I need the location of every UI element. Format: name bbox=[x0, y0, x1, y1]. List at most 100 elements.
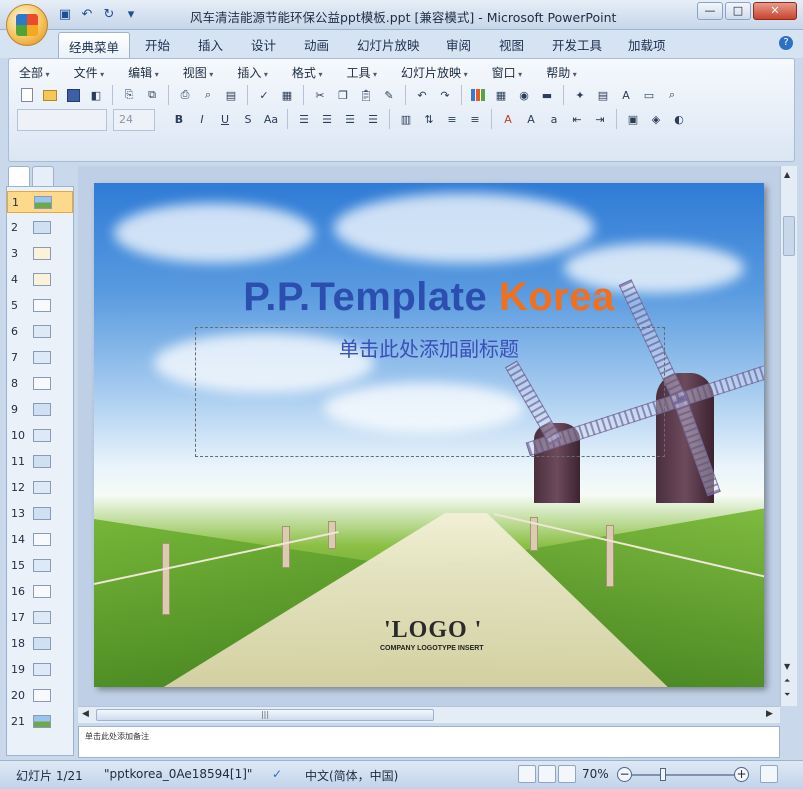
spelling-icon[interactable]: ✓ bbox=[254, 85, 274, 105]
align-right-icon[interactable]: ☰ bbox=[340, 109, 360, 129]
slide-thumbnail[interactable]: 18 bbox=[7, 633, 73, 655]
tab-view[interactable]: 视图 bbox=[499, 35, 524, 54]
clipart-icon[interactable]: ◉ bbox=[514, 85, 534, 105]
slide-thumbnail[interactable]: 8 bbox=[7, 373, 73, 395]
zoom-level[interactable]: 70% bbox=[582, 767, 609, 781]
minimize-button[interactable]: — bbox=[697, 2, 723, 20]
translate-icon[interactable]: ▦ bbox=[277, 85, 297, 105]
export-icon[interactable]: ⎘ bbox=[119, 85, 139, 105]
tab-insert[interactable]: 插入 bbox=[198, 35, 223, 54]
menu-help[interactable]: 帮助 bbox=[546, 64, 577, 81]
print-preview-icon[interactable]: ⌕ bbox=[198, 85, 218, 105]
normal-view-icon[interactable] bbox=[518, 765, 536, 783]
slide-thumbnail[interactable]: 5 bbox=[7, 295, 73, 317]
zoom-out-icon[interactable]: − bbox=[617, 767, 632, 782]
tab-classic-menu[interactable]: 经典菜单 bbox=[58, 32, 131, 58]
slide-title[interactable]: P.P.Template Korea bbox=[94, 275, 764, 320]
redo-icon[interactable]: ↻ bbox=[100, 6, 118, 24]
scroll-up-icon[interactable]: ▲ bbox=[784, 170, 790, 179]
font-color-icon[interactable]: A bbox=[498, 109, 518, 129]
zoom-in-icon[interactable]: + bbox=[734, 767, 749, 782]
underline-icon[interactable]: U bbox=[215, 109, 235, 129]
slide-sorter-icon[interactable] bbox=[538, 765, 556, 783]
maximize-button[interactable]: □ bbox=[725, 2, 751, 20]
vertical-scroll-thumb[interactable] bbox=[783, 216, 795, 256]
slide-thumbnail[interactable]: 9 bbox=[7, 399, 73, 421]
slide-thumbnail[interactable]: 1 bbox=[7, 191, 73, 213]
save-icon[interactable]: ▣ bbox=[56, 6, 74, 24]
slide-thumbnail[interactable]: 20 bbox=[7, 685, 73, 707]
attach-icon[interactable]: ⧉ bbox=[142, 85, 162, 105]
office-button[interactable] bbox=[6, 4, 48, 46]
undo-icon[interactable]: ↶ bbox=[412, 85, 432, 105]
fit-to-window-icon[interactable] bbox=[760, 765, 778, 783]
slide-thumbnail[interactable]: 15 bbox=[7, 555, 73, 577]
paste-icon[interactable]: 📋︎ bbox=[356, 85, 376, 105]
tab-home[interactable]: 开始 bbox=[145, 35, 170, 54]
menu-all[interactable]: 全部 bbox=[19, 64, 50, 81]
slide-thumbnail[interactable]: 7 bbox=[7, 347, 73, 369]
cut-icon[interactable]: ✂ bbox=[310, 85, 330, 105]
slide-thumbnail[interactable]: 11 bbox=[7, 451, 73, 473]
save-icon[interactable] bbox=[63, 85, 83, 105]
tab-developer[interactable]: 开发工具 bbox=[552, 35, 602, 54]
menu-insert[interactable]: 插入 bbox=[237, 64, 268, 81]
slide-thumbnail[interactable]: 3 bbox=[7, 243, 73, 265]
tab-slideshow[interactable]: 幻灯片放映 bbox=[357, 35, 420, 54]
permission-icon[interactable]: ◧ bbox=[86, 85, 106, 105]
layout-icon[interactable]: ▤ bbox=[593, 85, 613, 105]
tab-animation[interactable]: 动画 bbox=[304, 35, 329, 54]
menu-window[interactable]: 窗口 bbox=[492, 64, 523, 81]
zoom-slider[interactable] bbox=[632, 774, 736, 776]
slides-tab[interactable] bbox=[8, 166, 30, 186]
insert-chart-icon[interactable] bbox=[468, 85, 488, 105]
font-size-field[interactable]: 24 bbox=[113, 109, 155, 131]
font-name-field[interactable] bbox=[17, 109, 107, 131]
increase-indent-icon[interactable]: ⇥ bbox=[590, 109, 610, 129]
slide-thumbnail[interactable]: 17 bbox=[7, 607, 73, 629]
fill-color-icon[interactable]: ▬ bbox=[537, 85, 557, 105]
next-slide-icon[interactable]: ⏷ bbox=[784, 690, 790, 700]
text-direction-icon[interactable]: ⇅ bbox=[419, 109, 439, 129]
redo-icon[interactable]: ↷ bbox=[435, 85, 455, 105]
shapes-icon[interactable]: ◈ bbox=[646, 109, 666, 129]
bullets-icon[interactable]: ≡ bbox=[465, 109, 485, 129]
help-icon[interactable]: ? bbox=[779, 36, 793, 50]
slide-thumbnail[interactable]: 16 bbox=[7, 581, 73, 603]
scroll-down-icon[interactable]: ▼ bbox=[784, 662, 790, 671]
arrange-icon[interactable]: ▣ bbox=[623, 109, 643, 129]
align-center-icon[interactable]: ☰ bbox=[317, 109, 337, 129]
numbering-icon[interactable]: ≡ bbox=[442, 109, 462, 129]
align-left-icon[interactable]: ☰ bbox=[294, 109, 314, 129]
tab-review[interactable]: 审阅 bbox=[446, 35, 471, 54]
menu-format[interactable]: 格式 bbox=[292, 64, 323, 81]
research-icon[interactable]: ▤ bbox=[221, 85, 241, 105]
slide-thumbnail[interactable]: 19 bbox=[7, 659, 73, 681]
slideshow-view-icon[interactable] bbox=[558, 765, 576, 783]
slide-thumbnail[interactable]: 21 bbox=[7, 711, 73, 733]
insert-table-icon[interactable]: ▦ bbox=[491, 85, 511, 105]
spellcheck-icon[interactable]: ✓ bbox=[272, 767, 282, 781]
previous-slide-icon[interactable]: ⏶ bbox=[784, 676, 790, 686]
decrease-indent-icon[interactable]: ⇤ bbox=[567, 109, 587, 129]
customize-qat-icon[interactable]: ▾ bbox=[122, 6, 140, 24]
scroll-right-icon[interactable]: ▶ bbox=[766, 709, 773, 719]
new-slide-icon[interactable]: ✦ bbox=[570, 85, 590, 105]
menu-tools[interactable]: 工具 bbox=[346, 64, 377, 81]
columns-icon[interactable]: ▥ bbox=[396, 109, 416, 129]
open-icon[interactable]: ▭ bbox=[639, 85, 659, 105]
slide-thumbnail[interactable]: 12 bbox=[7, 477, 73, 499]
slide-canvas[interactable]: P.P.Template Korea 单击此处添加副标题 'LOGO ' COM… bbox=[94, 183, 764, 687]
vertical-scrollbar[interactable]: ▲ ▼ ⏶ ⏷ bbox=[780, 166, 797, 706]
tab-addins[interactable]: 加载项 bbox=[628, 35, 666, 54]
slide-thumbnail[interactable]: 6 bbox=[7, 321, 73, 343]
italic-icon[interactable]: I bbox=[192, 109, 212, 129]
copy-icon[interactable]: ❐ bbox=[333, 85, 353, 105]
textbox-icon[interactable]: A bbox=[616, 85, 636, 105]
shadow-icon[interactable]: S bbox=[238, 109, 258, 129]
zoom-slider-knob[interactable] bbox=[660, 768, 666, 781]
menu-file[interactable]: 文件 bbox=[74, 64, 105, 81]
menu-edit[interactable]: 编辑 bbox=[128, 64, 159, 81]
close-button[interactable]: ✕ bbox=[753, 2, 797, 20]
open-folder-icon[interactable] bbox=[40, 85, 60, 105]
